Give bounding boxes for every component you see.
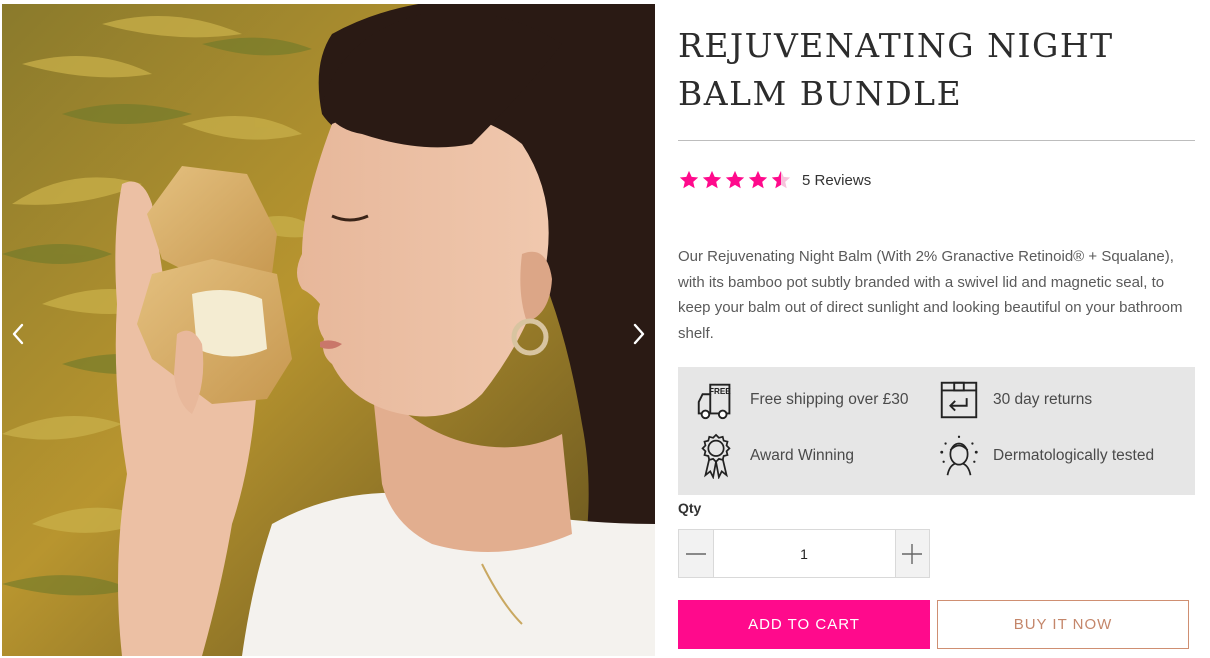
product-image-gallery: [2, 4, 655, 656]
add-to-cart-button[interactable]: ADD TO CART: [678, 600, 930, 649]
buy-it-now-button[interactable]: BUY IT NOW: [937, 600, 1189, 649]
product-description: Our Rejuvenating Night Balm (With 2% Gra…: [678, 248, 1183, 342]
star-full-icon: [702, 170, 722, 189]
star-full-icon: [748, 170, 768, 189]
feature-label: 30 day returns: [993, 391, 1093, 408]
feature-label: Dermatologically tested: [993, 447, 1155, 464]
chevron-left-icon: [12, 323, 24, 345]
award-rosette-icon: [692, 432, 740, 480]
truck-free-text: FREE: [709, 387, 731, 396]
feature-dermatologically-tested: Dermatologically tested: [935, 432, 1154, 480]
star-full-icon: [725, 170, 745, 189]
quantity-input[interactable]: [712, 530, 896, 577]
product-rating[interactable]: 5 Reviews: [678, 168, 1195, 192]
minus-icon: [685, 552, 706, 555]
face-tested-icon: [935, 432, 983, 480]
free-delivery-truck-icon: FREE: [692, 376, 740, 424]
gallery-prev-button[interactable]: [6, 316, 30, 352]
returns-box-icon: [935, 376, 983, 424]
feature-highlights: FREE Free shipping over £30 30 day retur…: [678, 367, 1195, 495]
plus-icon: [902, 543, 923, 564]
feature-returns: 30 day returns: [935, 376, 1092, 424]
star-half-icon: [771, 170, 791, 189]
star-full-icon: [679, 170, 699, 189]
star-rating: [678, 169, 792, 191]
feature-label: Free shipping over £30: [750, 391, 909, 408]
feature-free-shipping: FREE Free shipping over £30: [692, 376, 909, 424]
reviews-count: 5 Reviews: [802, 171, 872, 189]
gallery-next-button[interactable]: [627, 316, 651, 352]
feature-label: Award Winning: [750, 447, 854, 464]
product-title: REJUVENATING NIGHT BALM BUNDLE: [678, 26, 1114, 113]
quantity-stepper: [678, 529, 930, 578]
quantity-label: Qty: [678, 500, 702, 516]
feature-award: Award Winning: [692, 432, 854, 480]
title-divider: [678, 140, 1195, 141]
product-photo: [2, 4, 655, 656]
product-info: REJUVENATING NIGHT BALM BUNDLE 5 Reviews…: [678, 0, 1195, 649]
chevron-right-icon: [633, 323, 645, 345]
quantity-decrease-button[interactable]: [679, 530, 713, 577]
quantity-increase-button[interactable]: [895, 530, 929, 577]
